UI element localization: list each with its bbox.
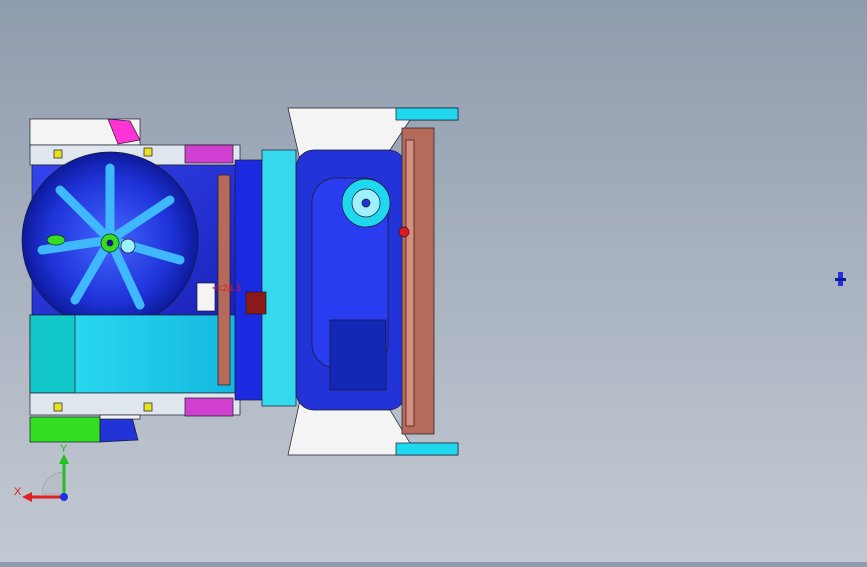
yellow-tag-bottom: [53, 402, 63, 412]
fuel-tank-center: [361, 198, 371, 208]
model-canvas[interactable]: <=2&.3: [0, 0, 867, 562]
magenta-bracket-bottom: [184, 397, 234, 417]
coordinate-triad-icon: Y X: [14, 440, 84, 510]
model-annotation: <=2&.3: [212, 283, 241, 293]
bottom-rail-green: [29, 416, 101, 443]
bottom-rail-blue: [99, 416, 139, 443]
cross-member: [234, 159, 266, 401]
triad-x-arrow: [22, 492, 32, 502]
triad-y-label: Y: [60, 443, 68, 455]
brown-strut: [217, 174, 231, 386]
red-bracket: [245, 291, 267, 315]
wheel-nut: [120, 238, 136, 254]
triad-z-axis: [60, 493, 68, 501]
side-rail-brown-inner: [405, 139, 415, 427]
green-mount: [46, 234, 66, 246]
cad-viewport[interactable]: <=2&.3 Y X: [0, 0, 867, 562]
magenta-bracket-top: [184, 144, 234, 164]
front-tunnel-shading: [329, 319, 387, 391]
front-upper-cyan: [395, 107, 459, 121]
triad-y-arrow: [59, 454, 69, 464]
triad-x-label: X: [14, 486, 22, 498]
yellow-tag-top-2: [143, 147, 153, 157]
triad-plane: [41, 471, 65, 495]
yellow-tag-top: [53, 149, 63, 159]
cross-member-cyan: [261, 149, 297, 407]
triad-graphic: Y X: [14, 443, 69, 502]
side-rail-red-point: [398, 226, 410, 238]
wheel-hub-center: [106, 239, 114, 247]
bottom-rail-white: [99, 414, 141, 420]
yellow-tag-bottom-2: [143, 402, 153, 412]
rear-floor-teal: [29, 314, 76, 394]
point-marker-icon[interactable]: [835, 272, 846, 286]
front-lower-cyan: [395, 442, 459, 456]
vehicle-floor-assembly[interactable]: [21, 107, 459, 456]
